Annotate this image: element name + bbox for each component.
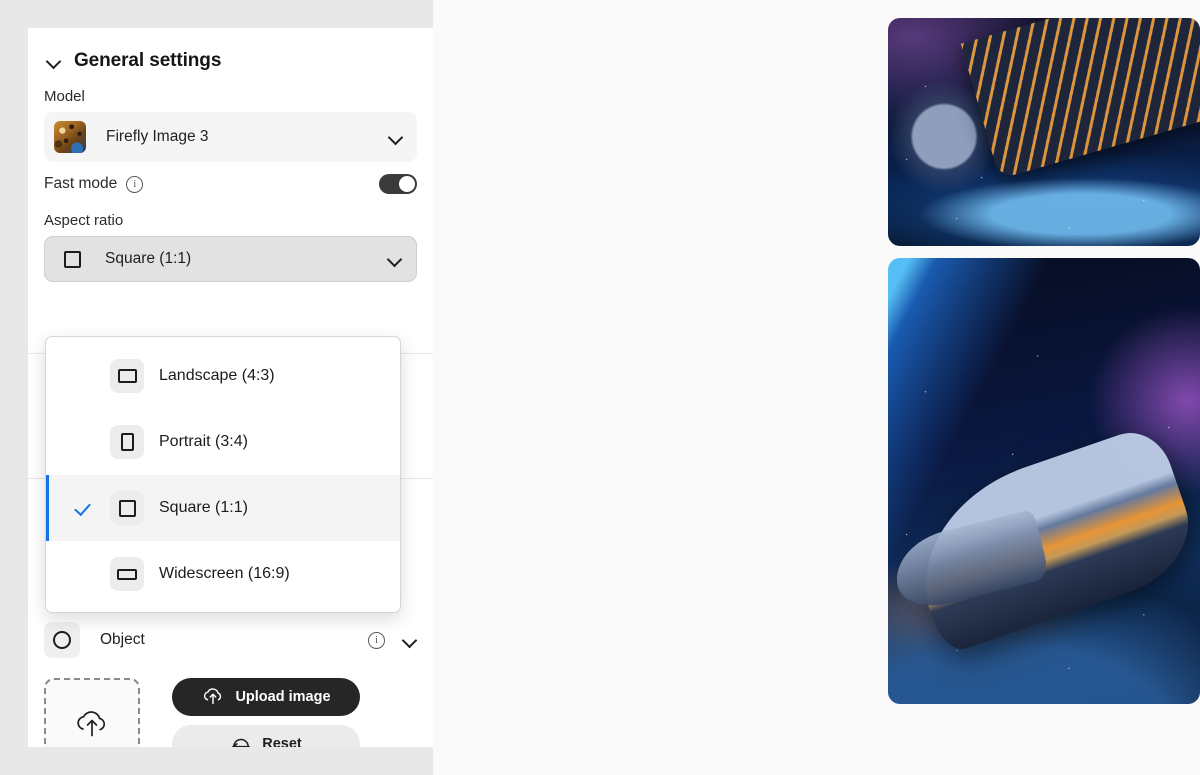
check-icon bbox=[74, 431, 96, 453]
object-row[interactable]: Object i bbox=[44, 622, 417, 658]
page-title: General settings bbox=[74, 50, 222, 71]
aspect-ratio-option-portrait[interactable]: Portrait (3:4) bbox=[46, 409, 400, 475]
aspect-ratio-label: Aspect ratio bbox=[44, 212, 124, 229]
upload-area: Upload image Reset bbox=[44, 678, 417, 747]
chevron-down-icon[interactable] bbox=[388, 252, 402, 266]
upload-image-label: Upload image bbox=[235, 689, 331, 705]
fast-mode-label: Fast mode bbox=[44, 175, 118, 192]
model-section: Model Firefly Image 3 Fast mode i Aspect bbox=[28, 78, 433, 282]
image-dropzone[interactable] bbox=[44, 678, 140, 747]
fast-mode-toggle[interactable] bbox=[379, 174, 417, 194]
portrait-ratio-icon bbox=[110, 425, 144, 459]
info-icon[interactable]: i bbox=[368, 631, 385, 649]
undo-arrow-icon bbox=[232, 738, 251, 747]
chevron-down-icon[interactable] bbox=[403, 633, 417, 647]
object-label: Object bbox=[100, 631, 145, 648]
widescreen-ratio-icon bbox=[110, 557, 144, 591]
aspect-ratio-option-landscape[interactable]: Landscape (4:3) bbox=[46, 343, 400, 409]
check-icon bbox=[74, 365, 96, 387]
reset-label: Reset bbox=[262, 736, 302, 747]
reset-button[interactable]: Reset bbox=[172, 725, 360, 747]
model-thumbnail-leopard-icon bbox=[54, 121, 86, 153]
model-label: Model bbox=[44, 88, 85, 105]
square-ratio-icon bbox=[110, 491, 144, 525]
chevron-down-icon[interactable] bbox=[46, 53, 62, 69]
general-settings-header[interactable]: General settings bbox=[28, 28, 433, 78]
option-label: Square (1:1) bbox=[159, 499, 248, 516]
option-label: Portrait (3:4) bbox=[159, 433, 248, 450]
landscape-ratio-icon bbox=[110, 359, 144, 393]
cloud-upload-icon bbox=[204, 688, 222, 705]
chevron-down-icon[interactable] bbox=[389, 130, 403, 144]
toggle-knob bbox=[399, 176, 415, 192]
app-root: General settings Model Firefly Image 3 F… bbox=[0, 0, 1200, 775]
aspect-ratio-option-widescreen[interactable]: Widescreen (16:9) bbox=[46, 541, 400, 607]
fast-mode-row: Fast mode i bbox=[44, 162, 417, 206]
upload-image-button[interactable]: Upload image bbox=[172, 678, 360, 716]
model-value: Firefly Image 3 bbox=[106, 128, 209, 145]
check-icon bbox=[74, 497, 96, 519]
option-label: Landscape (4:3) bbox=[159, 367, 275, 384]
aspect-ratio-option-square[interactable]: Square (1:1) bbox=[46, 475, 400, 541]
model-select[interactable]: Firefly Image 3 bbox=[44, 112, 417, 162]
info-icon[interactable]: i bbox=[126, 175, 144, 193]
check-icon bbox=[74, 563, 96, 585]
option-label: Widescreen (16:9) bbox=[159, 565, 290, 582]
aspect-ratio-value: Square (1:1) bbox=[105, 250, 192, 267]
cloud-upload-icon bbox=[77, 711, 106, 737]
generated-image-1[interactable] bbox=[888, 18, 1200, 246]
aspect-ratio-dropdown: Landscape (4:3) Portrait (3:4) Square (1… bbox=[45, 336, 401, 613]
square-ratio-icon bbox=[61, 248, 83, 270]
circle-object-icon bbox=[44, 622, 80, 658]
generated-image-2[interactable] bbox=[888, 258, 1200, 704]
aspect-ratio-select[interactable]: Square (1:1) bbox=[44, 236, 417, 282]
